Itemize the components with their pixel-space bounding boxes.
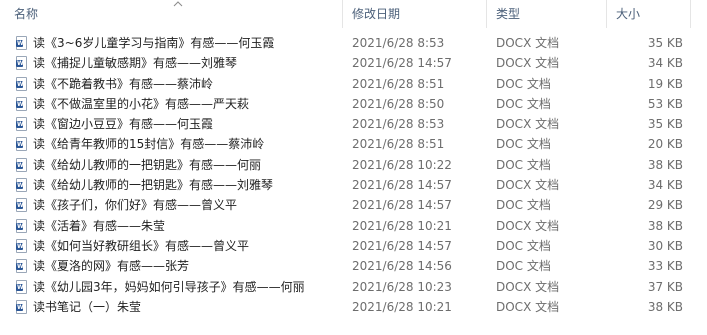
file-date: 2021/6/28 14:56 bbox=[352, 259, 452, 274]
file-name: 读《窗边小豆豆》有感——何玉霞 bbox=[33, 117, 214, 132]
file-date: 2021/6/28 8:51 bbox=[352, 76, 445, 91]
word-document-icon bbox=[16, 36, 27, 50]
file-row[interactable]: 读《幼儿园3年，妈妈如何引导孩子》有感——何丽 2021/6/28 10:23 … bbox=[0, 277, 707, 297]
file-row[interactable]: 读《活着》有感——朱莹 2021/6/28 10:21 DOCX 文档 38 K… bbox=[0, 216, 707, 236]
file-size: 35 KB bbox=[647, 117, 683, 132]
word-document-icon bbox=[16, 299, 27, 314]
file-name: 读《夏洛的网》有感——张芳 bbox=[33, 259, 190, 274]
file-size: 38 KB bbox=[647, 218, 683, 233]
file-row[interactable]: 读《不跪着教书》有感——蔡沛岭 2021/6/28 8:51 DOC 文档 19… bbox=[0, 74, 707, 94]
word-document-icon bbox=[16, 117, 27, 132]
file-name: 读《给青年教师的15封信》有感——蔡沛岭 bbox=[33, 137, 265, 152]
file-size: 30 KB bbox=[647, 238, 683, 253]
column-header-bar: 名称 修改日期 类型 大小 bbox=[0, 0, 707, 28]
file-row[interactable]: 读《孩子们，你们好》有感——曾义平 2021/6/28 14:57 DOC 文档… bbox=[0, 195, 707, 215]
file-name: 读《活着》有感——朱莹 bbox=[33, 218, 166, 233]
file-name: 读《给幼儿教师的一把钥匙》有感——何丽 bbox=[33, 157, 262, 172]
file-date: 2021/6/28 8:51 bbox=[352, 137, 445, 152]
file-name: 读《如何当好教研组长》有感——曾义平 bbox=[33, 238, 250, 253]
file-type: DOCX 文档 bbox=[496, 117, 560, 132]
file-name: 读《3~6岁儿童学习与指南》有感——何玉霞 bbox=[33, 36, 275, 50]
file-row[interactable]: 读《捕捉儿童敏感期》有感——刘雅琴 2021/6/28 14:57 DOCX 文… bbox=[0, 53, 707, 73]
file-date: 2021/6/28 14:57 bbox=[352, 56, 452, 71]
file-name: 读《不做温室里的小花》有感——严天萩 bbox=[33, 96, 250, 111]
file-date: 2021/6/28 8:53 bbox=[352, 117, 445, 132]
file-list: 读《3~6岁儿童学习与指南》有感——何玉霞 2021/6/28 8:53 DOC… bbox=[0, 33, 707, 317]
file-type: DOCX 文档 bbox=[496, 218, 560, 233]
file-type: DOC 文档 bbox=[496, 137, 551, 152]
file-type: DOCX 文档 bbox=[496, 178, 560, 193]
word-document-icon bbox=[16, 76, 27, 91]
file-date: 2021/6/28 8:50 bbox=[352, 96, 445, 111]
file-type: DOC 文档 bbox=[496, 76, 551, 91]
file-date: 2021/6/28 10:23 bbox=[352, 279, 452, 294]
file-type: DOC 文档 bbox=[496, 259, 551, 274]
file-type: DOC 文档 bbox=[496, 238, 551, 253]
word-document-icon bbox=[16, 238, 27, 253]
file-size: 38 KB bbox=[647, 299, 683, 314]
file-size: 20 KB bbox=[647, 137, 683, 152]
word-document-icon bbox=[16, 198, 27, 213]
word-document-icon bbox=[16, 157, 27, 172]
column-header-type[interactable]: 类型 bbox=[496, 0, 520, 28]
column-divider[interactable] bbox=[486, 0, 487, 28]
file-size: 29 KB bbox=[647, 198, 683, 213]
file-name: 读《捕捉儿童敏感期》有感——刘雅琴 bbox=[33, 56, 238, 71]
file-size: 33 KB bbox=[647, 259, 683, 274]
file-type: DOC 文档 bbox=[496, 198, 551, 213]
file-size: 38 KB bbox=[647, 157, 683, 172]
word-document-icon bbox=[16, 56, 27, 71]
file-date: 2021/6/28 14:57 bbox=[352, 178, 452, 193]
file-name: 读《不跪着教书》有感——蔡沛岭 bbox=[33, 76, 214, 91]
file-size: 37 KB bbox=[647, 279, 683, 294]
word-document-icon bbox=[16, 137, 27, 152]
file-date: 2021/6/28 10:22 bbox=[352, 157, 452, 172]
column-header-date[interactable]: 修改日期 bbox=[352, 0, 400, 28]
word-document-icon bbox=[16, 259, 27, 274]
file-date: 2021/6/28 8:53 bbox=[352, 36, 445, 50]
sort-ascending-icon bbox=[173, 1, 183, 7]
column-header-size[interactable]: 大小 bbox=[616, 0, 640, 28]
word-document-icon bbox=[16, 96, 27, 111]
file-name: 读《给幼儿教师的一把钥匙》有感——刘雅琴 bbox=[33, 178, 274, 193]
file-row[interactable]: 读《如何当好教研组长》有感——曾义平 2021/6/28 14:57 DOC 文… bbox=[0, 236, 707, 256]
file-name: 读《幼儿园3年，妈妈如何引导孩子》有感——何丽 bbox=[33, 279, 305, 294]
file-size: 34 KB bbox=[647, 178, 683, 193]
file-type: DOCX 文档 bbox=[496, 36, 560, 50]
file-date: 2021/6/28 10:21 bbox=[352, 299, 452, 314]
file-date: 2021/6/28 14:57 bbox=[352, 238, 452, 253]
column-divider[interactable] bbox=[606, 0, 607, 28]
file-type: DOCX 文档 bbox=[496, 299, 560, 314]
file-row[interactable]: 读《给幼儿教师的一把钥匙》有感——刘雅琴 2021/6/28 14:57 DOC… bbox=[0, 175, 707, 195]
file-row[interactable]: 读《3~6岁儿童学习与指南》有感——何玉霞 2021/6/28 8:53 DOC… bbox=[0, 33, 707, 53]
word-document-icon bbox=[16, 178, 27, 193]
file-date: 2021/6/28 14:57 bbox=[352, 198, 452, 213]
file-date: 2021/6/28 10:21 bbox=[352, 218, 452, 233]
word-document-icon bbox=[16, 279, 27, 294]
file-name: 读书笔记（一）朱莹 bbox=[33, 299, 142, 314]
file-name: 读《孩子们，你们好》有感——曾义平 bbox=[33, 198, 238, 213]
file-row[interactable]: 读《不做温室里的小花》有感——严天萩 2021/6/28 8:50 DOC 文档… bbox=[0, 94, 707, 114]
file-type: DOCX 文档 bbox=[496, 279, 560, 294]
column-divider[interactable] bbox=[690, 0, 691, 28]
file-row[interactable]: 读书笔记（一）朱莹 2021/6/28 10:21 DOCX 文档 38 KB bbox=[0, 297, 707, 317]
file-size: 34 KB bbox=[647, 56, 683, 71]
file-type: DOC 文档 bbox=[496, 96, 551, 111]
file-row[interactable]: 读《窗边小豆豆》有感——何玉霞 2021/6/28 8:53 DOCX 文档 3… bbox=[0, 114, 707, 134]
column-divider[interactable] bbox=[342, 0, 343, 28]
file-type: DOCX 文档 bbox=[496, 56, 560, 71]
column-header-name[interactable]: 名称 bbox=[14, 0, 38, 28]
word-document-icon bbox=[16, 218, 27, 233]
file-size: 35 KB bbox=[647, 36, 683, 50]
file-size: 19 KB bbox=[647, 76, 683, 91]
file-type: DOC 文档 bbox=[496, 157, 551, 172]
file-size: 53 KB bbox=[647, 96, 683, 111]
file-row[interactable]: 读《给青年教师的15封信》有感——蔡沛岭 2021/6/28 8:51 DOC … bbox=[0, 134, 707, 154]
file-row[interactable]: 读《给幼儿教师的一把钥匙》有感——何丽 2021/6/28 10:22 DOC … bbox=[0, 155, 707, 175]
file-row[interactable]: 读《夏洛的网》有感——张芳 2021/6/28 14:56 DOC 文档 33 … bbox=[0, 256, 707, 276]
